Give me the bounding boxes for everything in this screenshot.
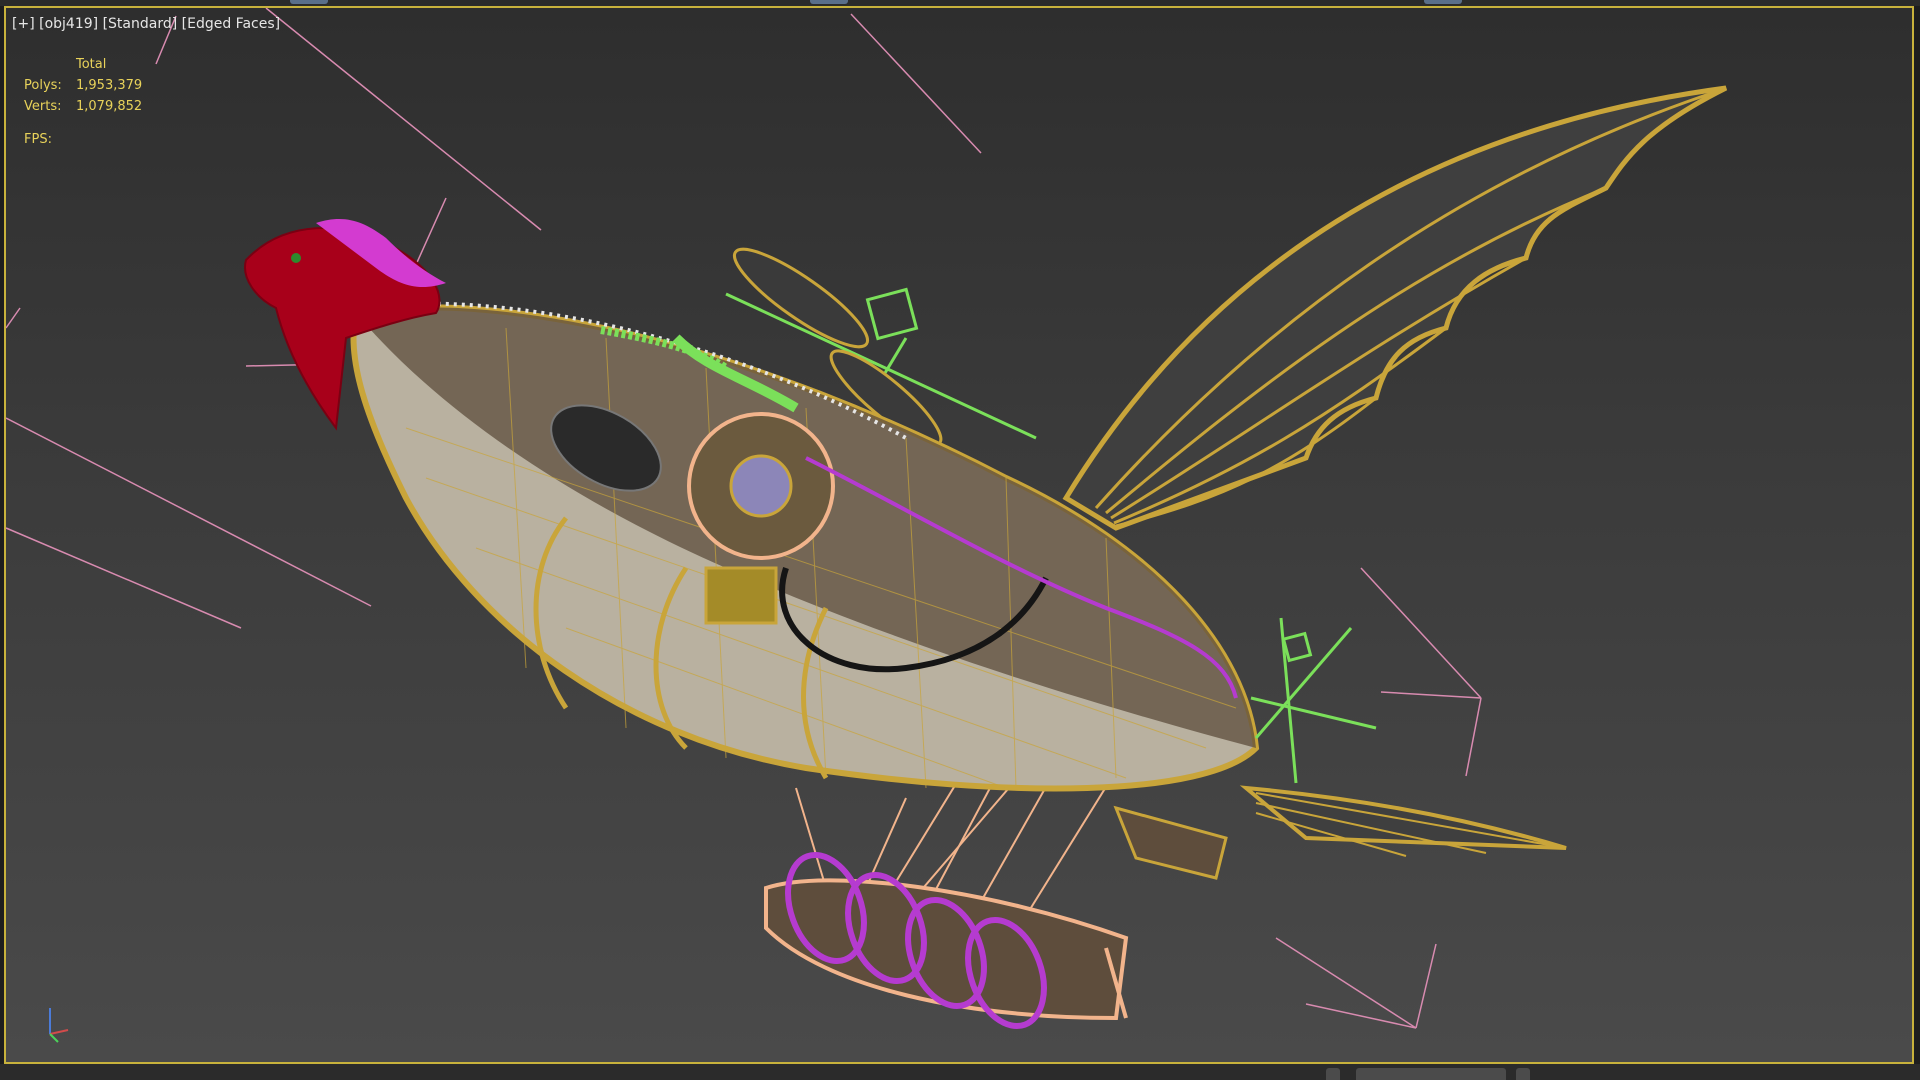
- scene-statistics: Total Polys: 1,953,379 Verts: 1,079,852 FP…: [24, 54, 196, 150]
- status-control[interactable]: [1326, 1068, 1340, 1080]
- verts-label: Verts:: [24, 99, 62, 114]
- scene-render[interactable]: [6, 8, 1912, 1062]
- fps-label: FPS:: [24, 132, 52, 147]
- bottom-status-strip: [0, 1064, 1920, 1080]
- toolbar-tab-handle[interactable]: [290, 0, 328, 4]
- stats-header: Total: [76, 57, 107, 72]
- top-wing[interactable]: [1062, 85, 1728, 531]
- toolbar-tab-handle[interactable]: [1424, 0, 1462, 4]
- verts-value: 1,079,852: [76, 99, 143, 114]
- display-mode-button[interactable]: [Edged Faces]: [182, 16, 280, 32]
- fps-value: [76, 129, 196, 150]
- gondola[interactable]: [764, 844, 1129, 1036]
- polys-label: Polys:: [24, 78, 62, 93]
- perspective-viewport[interactable]: [+] [obj419] [Standard] [Edged Faces] To…: [4, 6, 1914, 1064]
- toolbar-tab-handle[interactable]: [810, 0, 848, 4]
- rear-rotor[interactable]: [1250, 617, 1377, 784]
- axis-gizmo-icon: [49, 1008, 69, 1043]
- shading-mode-button[interactable]: [Standard]: [103, 16, 178, 32]
- status-control[interactable]: [1356, 1068, 1506, 1080]
- tail-fin[interactable]: [1113, 785, 1567, 880]
- view-type-button[interactable]: [obj419]: [39, 16, 98, 32]
- viewport-menu-button[interactable]: [+]: [12, 16, 35, 32]
- viewport-label[interactable]: [+] [obj419] [Standard] [Edged Faces]: [12, 16, 280, 32]
- airship-hull[interactable]: [350, 301, 1260, 792]
- polys-value: 1,953,379: [76, 78, 143, 93]
- status-control[interactable]: [1516, 1068, 1530, 1080]
